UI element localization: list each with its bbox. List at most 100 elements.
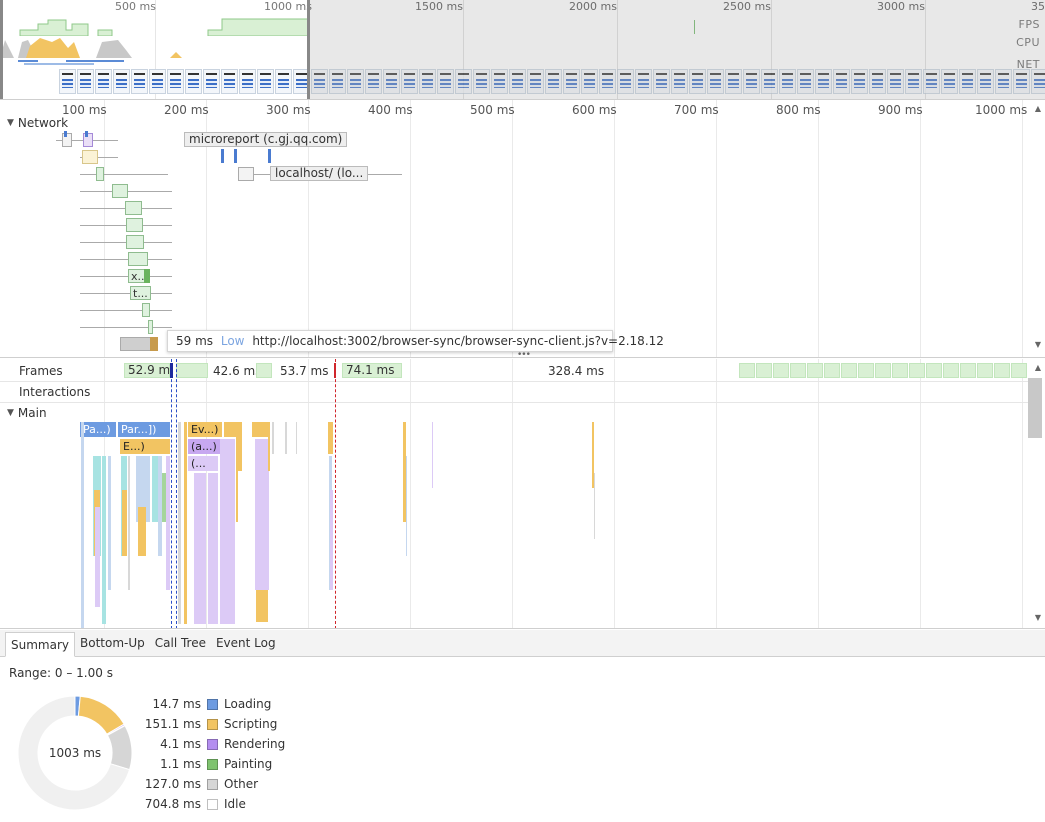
tab-event-log[interactable]: Event Log bbox=[211, 631, 281, 656]
scroll-down-arrow-icon[interactable]: ▼ bbox=[1035, 340, 1041, 349]
request-bar[interactable] bbox=[142, 303, 150, 317]
timeline-scrollbar[interactable] bbox=[1028, 378, 1042, 438]
request-tooltip: 59 ms Low http://localhost:3002/browser-… bbox=[167, 330, 664, 352]
tab-summary[interactable]: Summary bbox=[5, 632, 75, 657]
frame-bar[interactable] bbox=[909, 363, 925, 378]
frame-bar[interactable] bbox=[960, 363, 976, 378]
frame-bar[interactable] bbox=[841, 363, 857, 378]
flame-slice[interactable] bbox=[166, 456, 170, 590]
flame-slice[interactable] bbox=[108, 456, 111, 590]
frame-bar[interactable] bbox=[824, 363, 840, 378]
legend-swatch bbox=[207, 718, 218, 730]
flame-evaluate-script[interactable]: Ev...) bbox=[188, 422, 222, 437]
request-whisker bbox=[80, 327, 172, 328]
scroll-down-arrow-icon[interactable]: ▼ bbox=[1035, 613, 1041, 622]
flame-parse-html[interactable]: Par...]) bbox=[118, 422, 170, 437]
frame-bar[interactable] bbox=[739, 363, 755, 378]
flame-slice[interactable] bbox=[594, 473, 595, 539]
flame-slice[interactable] bbox=[268, 422, 270, 471]
frame-bar[interactable] bbox=[790, 363, 806, 378]
flame-event[interactable] bbox=[224, 422, 236, 437]
frame-bar[interactable] bbox=[875, 363, 891, 378]
flame-slice[interactable] bbox=[95, 507, 100, 607]
time-tick: 500 ms bbox=[470, 103, 515, 117]
flame-slice[interactable] bbox=[228, 439, 235, 624]
grid-line bbox=[206, 359, 207, 628]
legend-label: Loading bbox=[224, 697, 272, 711]
frame-bar[interactable] bbox=[994, 363, 1010, 378]
request-bar[interactable] bbox=[238, 167, 254, 181]
flame-slice[interactable] bbox=[256, 590, 268, 622]
flame-anonymous[interactable]: (... bbox=[188, 456, 218, 471]
legend-row-rendering: 4.1 ms Rendering bbox=[140, 735, 285, 753]
overview-right-handle[interactable] bbox=[307, 0, 310, 99]
frame-bar[interactable] bbox=[858, 363, 874, 378]
request-bar[interactable] bbox=[112, 184, 128, 198]
request-bar[interactable] bbox=[96, 167, 104, 181]
legend-swatch bbox=[207, 698, 218, 710]
frame-bar[interactable] bbox=[926, 363, 942, 378]
request-bar[interactable] bbox=[126, 218, 143, 232]
main-section-toggle[interactable]: ▼ Main bbox=[7, 406, 47, 420]
frame-bar[interactable] bbox=[773, 363, 789, 378]
frame-bar[interactable] bbox=[176, 363, 208, 378]
frame-bar[interactable] bbox=[807, 363, 823, 378]
frame-bar[interactable] bbox=[756, 363, 772, 378]
tooltip-url: http://localhost:3002/browser-sync/brows… bbox=[252, 334, 664, 348]
flame-slice[interactable] bbox=[194, 473, 206, 624]
flame-slice[interactable] bbox=[238, 422, 242, 471]
tab-bottom-up[interactable]: Bottom-Up bbox=[75, 631, 150, 656]
flame-function-call[interactable]: (a...) bbox=[188, 439, 222, 454]
request-bar[interactable] bbox=[128, 252, 148, 266]
frame-bar[interactable] bbox=[977, 363, 993, 378]
frame-bar[interactable]: 52.9 ms bbox=[124, 363, 170, 378]
flame-slice[interactable] bbox=[220, 439, 228, 624]
flame-slice[interactable] bbox=[178, 422, 181, 624]
request-bar[interactable] bbox=[126, 235, 144, 249]
scroll-up-arrow-icon[interactable]: ▲ bbox=[1035, 363, 1041, 372]
load-marker bbox=[335, 359, 336, 628]
timeline-overview[interactable]: 500 ms 1000 ms 1500 ms 2000 ms 2500 ms 3… bbox=[0, 0, 1045, 100]
overview-left-handle[interactable] bbox=[0, 0, 3, 99]
screenshot-thumbnail bbox=[131, 69, 148, 94]
time-tick: 800 ms bbox=[776, 103, 821, 117]
tab-call-tree[interactable]: Call Tree bbox=[150, 631, 211, 656]
frame-bar[interactable]: 74.1 ms bbox=[342, 363, 402, 378]
flame-slice[interactable] bbox=[285, 422, 287, 454]
donut-total: 1003 ms bbox=[48, 746, 102, 760]
frame-bar[interactable] bbox=[943, 363, 959, 378]
flame-parse-html[interactable]: Pa...) bbox=[80, 422, 116, 437]
flame-label: (a...) bbox=[191, 440, 217, 453]
flame-slice[interactable] bbox=[122, 490, 127, 556]
scroll-up-arrow-icon[interactable]: ▲ bbox=[1035, 104, 1041, 113]
flame-slice[interactable] bbox=[184, 422, 187, 624]
flame-slice[interactable] bbox=[208, 473, 218, 624]
flame-slice[interactable] bbox=[272, 422, 274, 454]
flame-slice[interactable] bbox=[406, 456, 407, 556]
legend-swatch bbox=[207, 798, 218, 810]
network-section-toggle[interactable]: ▼ Network bbox=[7, 116, 68, 130]
flame-event[interactable]: E...) bbox=[120, 439, 170, 454]
frame-bar[interactable] bbox=[256, 363, 272, 378]
request-bar[interactable] bbox=[148, 320, 153, 334]
flame-slice[interactable] bbox=[102, 456, 106, 624]
flame-slice[interactable] bbox=[128, 456, 130, 590]
flame-slice[interactable] bbox=[255, 439, 269, 590]
main-timeline[interactable]: Frames Interactions ▼ Main 52.9 ms 42.6 … bbox=[0, 359, 1045, 629]
frame-bar[interactable] bbox=[892, 363, 908, 378]
grid-line bbox=[308, 359, 309, 628]
resize-handle-icon[interactable]: ••• bbox=[517, 350, 531, 357]
flame-slice[interactable] bbox=[330, 490, 333, 590]
frame-bar[interactable] bbox=[1011, 363, 1027, 378]
request-bar[interactable] bbox=[125, 201, 142, 215]
request-bar[interactable] bbox=[82, 150, 98, 164]
flame-slice[interactable] bbox=[432, 422, 433, 488]
request-bar-t[interactable]: t... bbox=[130, 286, 151, 300]
network-track[interactable]: 100 ms 200 ms 300 ms 400 ms 500 ms 600 m… bbox=[0, 100, 1045, 358]
flame-slice[interactable] bbox=[138, 507, 146, 556]
flame-slice[interactable] bbox=[81, 422, 84, 628]
summary-panel: Range: 0 – 1.00 s 1003 ms 14.7 ms Loadin… bbox=[0, 657, 1045, 822]
flame-slice[interactable] bbox=[296, 422, 297, 454]
flame-slice[interactable] bbox=[328, 422, 333, 454]
legend-label: Scripting bbox=[224, 717, 278, 731]
